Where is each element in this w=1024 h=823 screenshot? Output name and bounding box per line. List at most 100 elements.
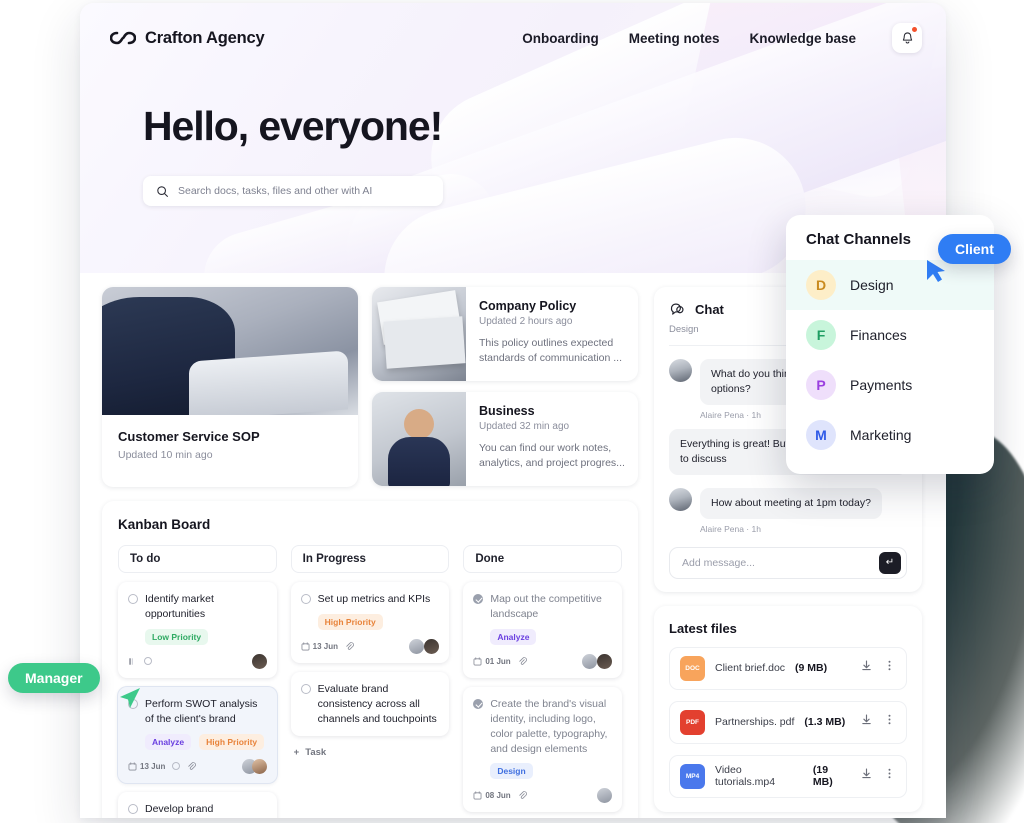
left-column: Customer Service SOP Updated 10 min ago … xyxy=(102,287,638,818)
file-row[interactable]: PDF Partnerships. pdf (1.3 MB) xyxy=(669,700,907,744)
task-card-header: Create the brand's visual identity, incl… xyxy=(473,697,612,757)
kanban-board-title: Kanban Board xyxy=(118,517,211,532)
doc-card-business[interactable]: Business Updated 32 min ago You can find… xyxy=(372,392,638,486)
nav-links: Onboarding Meeting notes Knowledge base xyxy=(522,23,922,53)
notifications-button[interactable] xyxy=(892,23,922,53)
hero-body: Hello, everyone! Search docs, tasks, fil… xyxy=(80,73,946,206)
kanban-board: Kanban Board To do Identify market oppor… xyxy=(102,501,638,818)
chat-channels-list: D Design F Finances P Payments M Marketing xyxy=(786,260,994,460)
attachment-icon xyxy=(519,791,527,800)
avatar xyxy=(251,653,267,669)
task-done-icon[interactable] xyxy=(473,698,484,709)
calendar-icon xyxy=(128,761,137,771)
avatar xyxy=(251,758,267,774)
chat-channel-item[interactable]: P Payments xyxy=(786,360,994,410)
download-button[interactable] xyxy=(860,659,873,677)
avatar xyxy=(582,653,598,669)
send-message-button[interactable]: ↵ xyxy=(879,551,901,574)
search-icon xyxy=(157,185,168,197)
file-more-button[interactable] xyxy=(883,713,896,731)
doc-card-company-policy[interactable]: Company Policy Updated 2 hours ago This … xyxy=(372,287,638,381)
search-placeholder: Search docs, tasks, files and other with… xyxy=(178,185,373,197)
task-done-icon[interactable] xyxy=(473,594,484,604)
kanban-column-header: In Progress xyxy=(290,545,450,573)
manager-cursor-icon xyxy=(116,686,142,715)
task-title: Map out the competitive landscape xyxy=(490,593,602,620)
task-assignees xyxy=(241,758,267,774)
chat-channel-item[interactable]: F Finances xyxy=(786,310,994,360)
brand[interactable]: Crafton Agency xyxy=(109,29,265,48)
task-card[interactable]: Map out the competitive landscape Analyz… xyxy=(463,582,623,678)
file-more-button[interactable] xyxy=(883,659,896,677)
sop-card[interactable]: Customer Service SOP Updated 10 min ago xyxy=(102,287,358,487)
task-checkbox[interactable] xyxy=(128,803,138,814)
task-title: Perform SWOT analysis of the client's br… xyxy=(145,697,258,725)
chat-message-text: How about meeting at 1pm today? xyxy=(700,487,882,519)
file-actions xyxy=(860,767,896,785)
channel-label: Design xyxy=(850,277,894,293)
avatar xyxy=(424,638,440,654)
task-checkbox[interactable] xyxy=(300,594,311,604)
task-card[interactable]: Evaluate brand consistency across all ch… xyxy=(290,671,450,736)
search-input[interactable]: Search docs, tasks, files and other with… xyxy=(143,176,443,206)
add-task-button[interactable]: + Task xyxy=(291,747,450,758)
task-card[interactable]: Identify market opportunities Low Priori… xyxy=(118,582,277,678)
download-button[interactable] xyxy=(860,713,873,731)
infinity-logo-icon xyxy=(109,30,137,46)
file-size: (19 MB) xyxy=(812,764,833,789)
file-row[interactable]: DOC Client brief.doc (9 MB) xyxy=(669,646,907,690)
file-more-button[interactable] xyxy=(883,767,896,785)
task-card[interactable]: Develop brand messaging guidelines xyxy=(118,791,277,818)
chat-channel-item[interactable]: M Marketing xyxy=(786,410,994,460)
task-tag: Analyze xyxy=(490,628,537,645)
kanban-column-header: To do xyxy=(118,545,277,573)
task-card-footer xyxy=(128,653,267,669)
doc-card-description: You can find our work notes, analytics, … xyxy=(479,442,625,470)
nav-link-meeting-notes[interactable]: Meeting notes xyxy=(629,31,720,46)
chat-message-input[interactable]: Add message... ↵ xyxy=(669,546,907,579)
download-icon xyxy=(862,714,871,725)
doc-card-updated: Updated 2 hours ago xyxy=(479,316,573,327)
doc-card-body: Business Updated 32 min ago You can find… xyxy=(466,392,638,486)
task-card-header: Develop brand messaging guidelines xyxy=(128,802,267,818)
task-card[interactable]: Create the brand's visual identity, incl… xyxy=(463,686,623,813)
file-name: Client brief.doc xyxy=(715,662,786,675)
more-vertical-icon xyxy=(888,714,891,725)
nav-link-knowledge-base[interactable]: Knowledge base xyxy=(749,31,856,46)
kanban-column-header: Done xyxy=(463,545,623,573)
more-vertical-icon xyxy=(888,768,891,779)
task-card-footer: 08 Jun xyxy=(473,788,613,804)
download-button[interactable] xyxy=(860,767,873,785)
task-card-footer: 13 Jun xyxy=(301,638,440,654)
task-checkbox[interactable] xyxy=(128,594,138,604)
sop-card-title: Customer Service SOP xyxy=(118,429,260,444)
chat-channel-item[interactable]: D Design xyxy=(786,260,994,310)
doc-card-title: Company Policy xyxy=(479,299,577,313)
channel-label: Payments xyxy=(850,377,913,393)
top-navigation-bar: Crafton Agency Onboarding Meeting notes … xyxy=(80,3,946,73)
task-tags: Low Priority xyxy=(145,628,267,645)
task-checkbox[interactable] xyxy=(300,683,311,694)
subtasks-icon xyxy=(129,658,133,665)
download-icon xyxy=(862,768,871,779)
kanban-columns: To do Identify market opportunities Low … xyxy=(118,545,623,818)
status-circle-icon xyxy=(144,657,152,666)
task-tags: Analyze High Priority xyxy=(145,733,267,750)
task-card-header: Identify market opportunities xyxy=(128,592,267,622)
avatar xyxy=(669,487,692,511)
notification-dot xyxy=(912,27,917,32)
task-card-header: Perform SWOT analysis of the client's br… xyxy=(128,697,267,727)
screenshot-root: Crafton Agency Onboarding Meeting notes … xyxy=(0,0,1024,823)
file-row[interactable]: MP4 Video tutorials.mp4 (19 MB) xyxy=(669,754,907,798)
nav-link-onboarding[interactable]: Onboarding xyxy=(522,31,599,46)
task-card[interactable]: Set up metrics and KPIs High Priority 13… xyxy=(290,582,450,663)
task-tags: Design xyxy=(490,763,612,780)
kanban-column-cards: Map out the competitive landscape Analyz… xyxy=(463,582,623,813)
task-due-date: 13 Jun xyxy=(128,762,165,771)
task-card-footer: 13 Jun xyxy=(128,758,267,774)
task-title: Evaluate brand consistency across all ch… xyxy=(317,682,437,725)
doc-card-stack: Company Policy Updated 2 hours ago This … xyxy=(372,287,638,487)
task-card-footer: 01 Jun xyxy=(473,653,613,669)
task-title: Create the brand's visual identity, incl… xyxy=(490,697,608,755)
task-tag: Design xyxy=(490,763,533,780)
